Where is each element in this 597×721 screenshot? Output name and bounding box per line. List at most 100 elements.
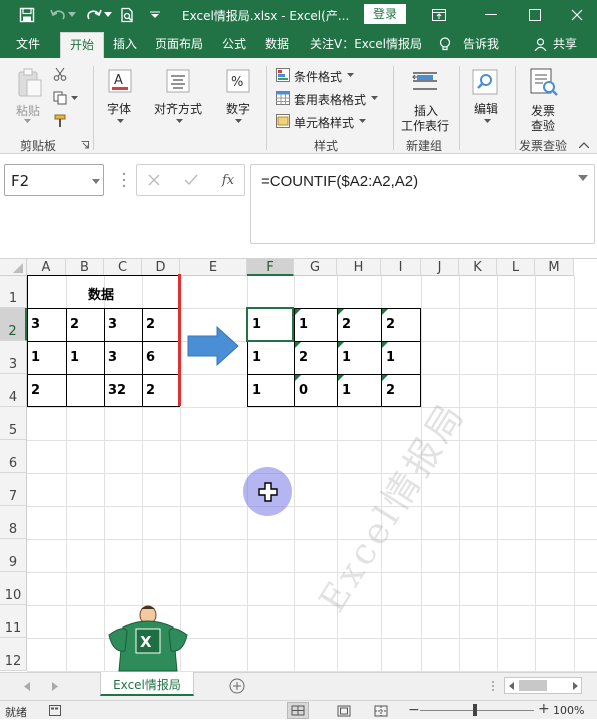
conditional-format-button[interactable]: 条件格式 xyxy=(294,68,342,85)
row-header-12[interactable]: 12 xyxy=(0,638,27,671)
macro-record-icon[interactable] xyxy=(48,704,62,717)
row-header-3[interactable]: 3 xyxy=(0,341,27,374)
scroll-thumb[interactable] xyxy=(519,680,547,691)
scroll-right-icon[interactable] xyxy=(571,681,579,691)
column-header-c[interactable]: C xyxy=(104,259,142,276)
column-header-m[interactable]: M xyxy=(535,259,574,276)
column-header-a[interactable]: A xyxy=(27,259,66,276)
cell-styles-dropdown-icon[interactable] xyxy=(358,118,366,124)
alignment-dropdown-icon[interactable] xyxy=(174,117,184,125)
zoom-slider-thumb[interactable] xyxy=(473,704,477,716)
horizontal-scrollbar[interactable] xyxy=(504,677,582,694)
tab-page-layout[interactable]: 页面布局 xyxy=(155,35,203,52)
name-box[interactable]: F2 xyxy=(4,164,104,196)
edit-search-icon[interactable] xyxy=(470,68,500,96)
right-arrow-shape[interactable] xyxy=(187,325,239,367)
tabs-splitter-icon[interactable] xyxy=(490,680,496,692)
conditional-format-dropdown-icon[interactable] xyxy=(346,72,354,78)
format-painter-icon[interactable] xyxy=(52,113,68,129)
insert-worksheet-rows-icon[interactable] xyxy=(410,68,440,96)
tab-data[interactable]: 数据 xyxy=(265,35,289,52)
page-break-view-icon[interactable] xyxy=(372,703,390,718)
edit-button[interactable]: 编辑 xyxy=(474,100,498,117)
row-header-7[interactable]: 7 xyxy=(0,473,27,506)
maximize-icon[interactable] xyxy=(526,6,544,24)
number-button[interactable]: 数字 xyxy=(226,100,250,117)
add-sheet-icon[interactable] xyxy=(228,677,246,695)
expand-formula-bar-icon[interactable] xyxy=(577,173,589,183)
conditional-format-icon[interactable] xyxy=(275,67,291,83)
collapse-ribbon-icon[interactable] xyxy=(577,139,591,151)
selected-cell-f2[interactable] xyxy=(246,307,294,342)
font-dropdown-icon[interactable] xyxy=(115,117,125,125)
tab-insert[interactable]: 插入 xyxy=(113,35,137,52)
column-header-l[interactable]: L xyxy=(497,259,535,276)
tell-me-search[interactable]: 告诉我 xyxy=(463,35,499,52)
redo-icon[interactable] xyxy=(84,6,104,24)
row-header-9[interactable]: 9 xyxy=(0,539,27,572)
row-header-2[interactable]: 2 xyxy=(0,308,27,341)
scroll-left-icon[interactable] xyxy=(507,681,515,691)
row-header-4[interactable]: 4 xyxy=(0,374,27,407)
paste-icon[interactable] xyxy=(14,66,46,100)
column-header-k[interactable]: K xyxy=(459,259,497,276)
invoice-check-icon[interactable] xyxy=(528,67,560,97)
save-icon[interactable] xyxy=(18,6,36,24)
edit-dropdown-icon[interactable] xyxy=(482,117,492,125)
column-header-b[interactable]: B xyxy=(66,259,104,276)
close-icon[interactable] xyxy=(568,6,586,24)
confirm-formula-icon[interactable] xyxy=(181,170,201,190)
formula-bar-grip-icon[interactable] xyxy=(121,170,127,190)
tab-home-active[interactable]: 开始 xyxy=(60,32,104,58)
number-dropdown-icon[interactable] xyxy=(233,117,243,125)
paste-dropdown-icon[interactable] xyxy=(22,117,32,125)
format-as-table-dropdown-icon[interactable] xyxy=(370,95,378,101)
row-header-8[interactable]: 8 xyxy=(0,506,27,539)
font-button[interactable]: 字体 xyxy=(107,100,131,117)
worksheet-grid[interactable]: ABCDEFGHIJKLM 1 2 3 4 5 6 7 8 9 10 11 12 3232113623… xyxy=(0,259,597,672)
column-header-g[interactable]: G xyxy=(294,259,337,276)
normal-view-button[interactable] xyxy=(287,702,309,719)
dialog-launcher-icon[interactable] xyxy=(80,140,90,150)
column-header-h[interactable]: H xyxy=(337,259,381,276)
column-header-d[interactable]: D xyxy=(142,259,180,276)
select-all-corner[interactable] xyxy=(0,259,27,276)
zoom-slider-track[interactable] xyxy=(420,710,534,711)
cell-styles-icon[interactable] xyxy=(275,113,291,129)
number-format-icon[interactable]: % xyxy=(224,68,252,94)
ribbon-display-icon[interactable] xyxy=(430,6,448,24)
row-header-11[interactable]: 11 xyxy=(0,605,27,638)
column-header-e[interactable]: E xyxy=(180,259,247,276)
column-header-i[interactable]: I xyxy=(381,259,421,276)
formula-input[interactable]: =COUNTIF($A2:A2,A2) xyxy=(250,164,595,244)
copy-dropdown-icon[interactable] xyxy=(70,95,78,101)
minimize-icon[interactable] xyxy=(482,6,500,24)
prev-sheet-icon[interactable] xyxy=(22,680,32,692)
zoom-out-button[interactable]: − xyxy=(408,703,420,717)
copy-icon[interactable] xyxy=(52,90,68,106)
undo-icon[interactable] xyxy=(48,6,68,24)
insert-worksheet-rows-line2[interactable]: 工作表行 xyxy=(401,117,449,134)
cut-icon[interactable] xyxy=(52,66,68,82)
cell-styles-button[interactable]: 单元格样式 xyxy=(294,114,354,131)
insert-function-icon[interactable]: fx xyxy=(218,170,238,190)
undo-dropdown-icon[interactable] xyxy=(68,10,76,20)
customize-toolbar-icon[interactable] xyxy=(148,8,162,22)
zoom-in-button[interactable]: + xyxy=(538,702,550,716)
name-box-dropdown-icon[interactable] xyxy=(91,177,101,185)
redo-dropdown-icon[interactable] xyxy=(104,10,112,20)
zoom-level[interactable]: 100% xyxy=(553,704,584,717)
column-header-f[interactable]: F xyxy=(247,259,294,276)
tab-file[interactable]: 文件 xyxy=(16,35,40,52)
print-preview-icon[interactable] xyxy=(118,6,136,24)
row-header-6[interactable]: 6 xyxy=(0,440,27,473)
row-header-1[interactable]: 1 xyxy=(0,276,27,308)
font-icon[interactable]: A xyxy=(106,68,134,94)
format-as-table-button[interactable]: 套用表格格式 xyxy=(294,91,366,108)
login-button[interactable]: 登录 xyxy=(364,4,406,24)
format-as-table-icon[interactable] xyxy=(275,90,291,106)
row-header-10[interactable]: 10 xyxy=(0,572,27,605)
column-header-j[interactable]: J xyxy=(421,259,459,276)
page-layout-view-icon[interactable] xyxy=(335,703,353,718)
sheet-tab-active[interactable]: Excel情报局 xyxy=(100,672,194,696)
